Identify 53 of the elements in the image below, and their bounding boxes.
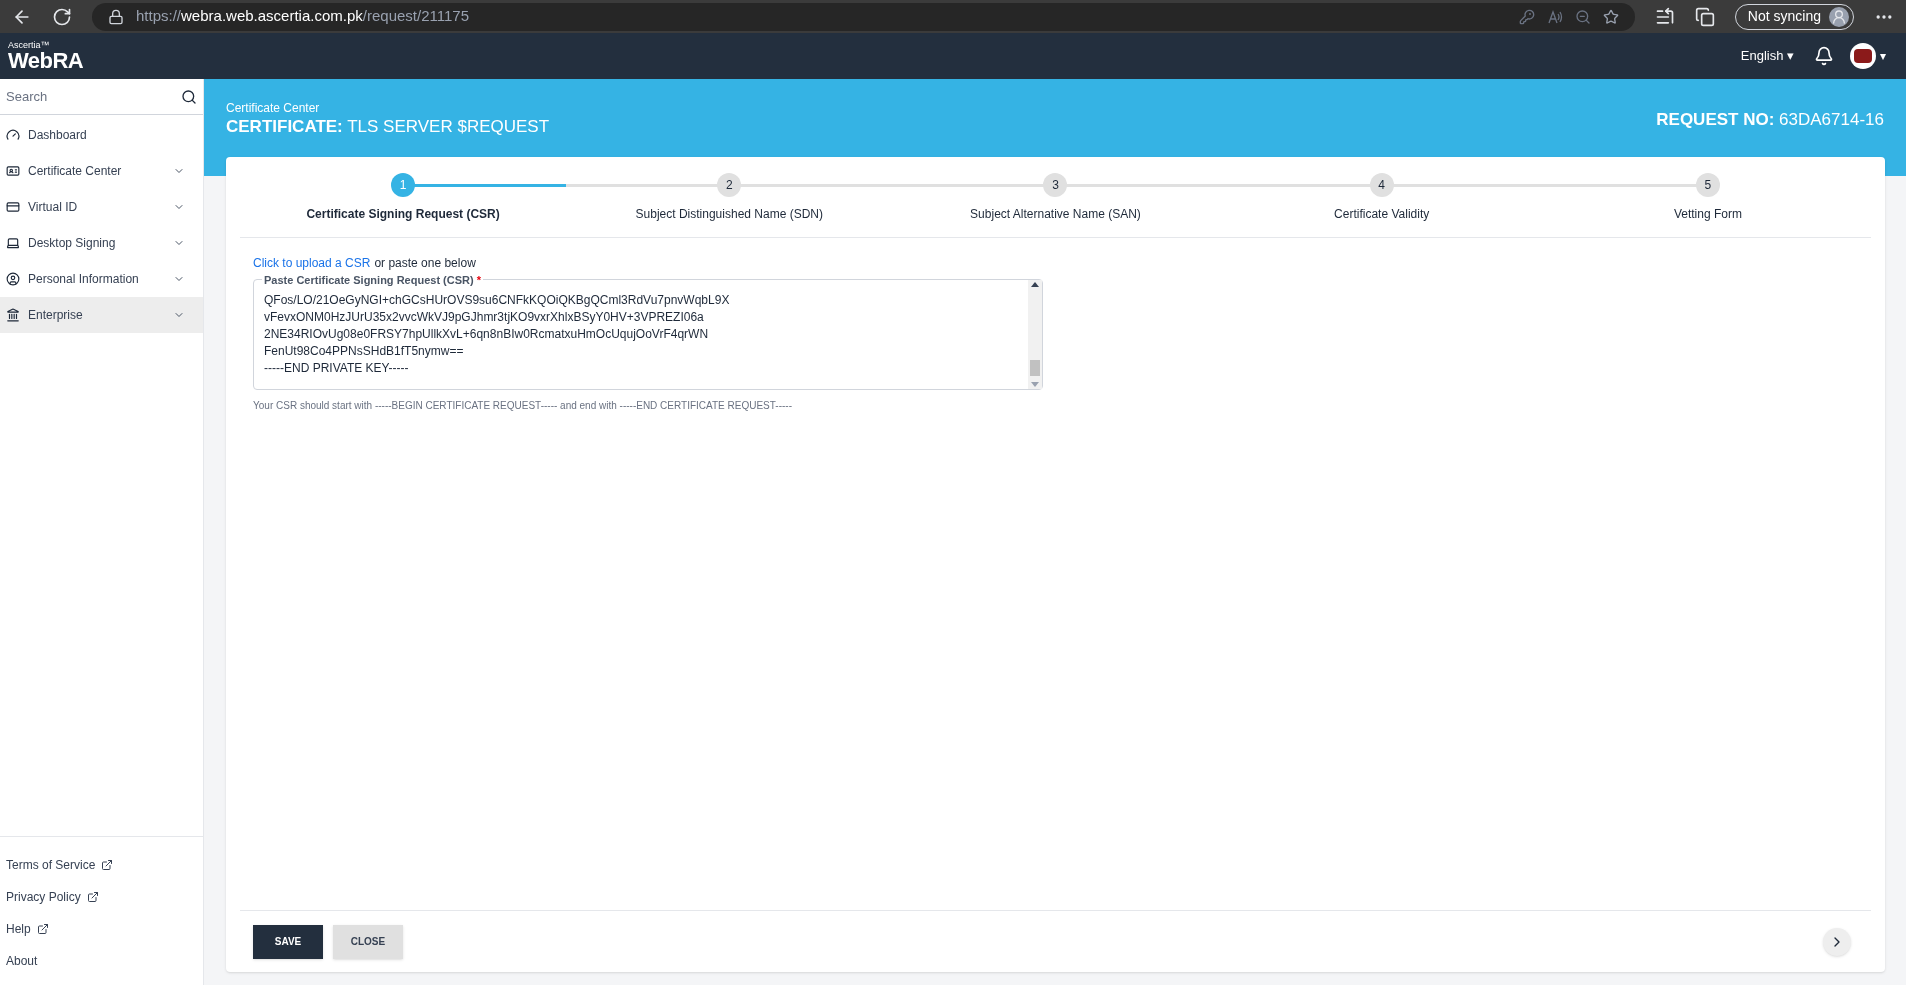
url-text: https://webra.web.ascertia.com.pk/request/211175 — [136, 6, 469, 27]
gauge-icon — [6, 128, 20, 142]
step-label[interactable]: Certificate Signing Request (CSR) — [306, 205, 500, 223]
bank-icon — [6, 308, 20, 322]
step-number[interactable]: 5 — [1695, 173, 1720, 197]
external-link-icon — [101, 859, 114, 871]
page-title: CERTIFICATE: TLS SERVER $REQUEST — [226, 116, 550, 138]
account-avatar[interactable] — [1850, 43, 1876, 69]
read-aloud-icon[interactable] — [1546, 8, 1563, 25]
laptop-icon — [6, 236, 20, 250]
account-caret[interactable]: ▾ — [1880, 47, 1886, 65]
step-label[interactable]: Vetting Form — [1673, 205, 1742, 223]
lock-icon — [108, 8, 124, 25]
star-add-icon[interactable] — [1602, 8, 1619, 25]
zoom-out-icon[interactable] — [1574, 8, 1591, 25]
scrollbar[interactable] — [1028, 280, 1042, 389]
external-link-icon — [36, 923, 49, 935]
card-icon — [6, 200, 20, 214]
save-button[interactable]: SAVE — [253, 924, 323, 959]
search-field[interactable]: Search — [6, 86, 181, 107]
step-label[interactable]: Subject Distinguished Name (SDN) — [635, 205, 823, 223]
upload-link[interactable]: Click to upload a CSR — [253, 254, 371, 272]
brand-logo: WebRA — [8, 49, 84, 72]
sidebar-item[interactable]: Enterprise — [0, 297, 203, 333]
step-number[interactable]: 2 — [717, 173, 742, 197]
csr-text: QFos/LO/21OeGyNGI+chGCsHUrOVS9su6CNFkKQOiQKBgQCml3RdVu7pnvWqbL9X vFevxONM0HzJUrU35x2vvcWkVJ9pGJhmr3tjKO9vxrXhlxBSyY0HV+3VPREZI06a 2NE34RIOvUg08e0FRSY7hpUllkXvL+6qn8nBIw0RcmatxuHmOcUqujOoVrF4qrWN FenUt98Co4PPNsSHdB1fT5nymw== -----END PRIVATE KEY----- — [264, 292, 731, 377]
footer-link[interactable]: Help — [6, 920, 31, 938]
collections-icon[interactable] — [1694, 6, 1715, 27]
key-icon[interactable] — [1518, 8, 1535, 25]
step-label[interactable]: Subject Alternative Name (SAN) — [970, 205, 1141, 223]
user-circle-icon — [6, 272, 20, 286]
id-card-icon — [6, 164, 20, 178]
footer-link[interactable]: About — [6, 952, 38, 970]
step-label[interactable]: Certificate Validity — [1334, 205, 1430, 223]
external-link-icon — [86, 891, 99, 903]
notification-icon[interactable] — [1814, 46, 1834, 66]
footer-link[interactable]: Privacy Policy — [6, 888, 81, 906]
request-number: REQUEST NO: 63DA6714-16 — [1656, 109, 1884, 131]
favorites-icon[interactable] — [1654, 6, 1675, 27]
csr-format-hint: Your CSR should start with -----BEGIN CERTIFICATE REQUEST----- and end with -----END CERTIFICATE REQUEST----- — [253, 399, 793, 413]
avatar-icon — [1829, 6, 1849, 27]
brand-small: Ascertia™ — [8, 40, 51, 50]
language-dropdown[interactable]: English ▾ — [1740, 46, 1794, 66]
step-number[interactable]: 4 — [1369, 173, 1394, 197]
breadcrumb: Certificate Center — [226, 101, 321, 116]
upload-hint: or paste one below — [374, 255, 476, 272]
step-number[interactable]: 3 — [1043, 173, 1068, 197]
search-icon[interactable] — [181, 88, 197, 105]
address-bar[interactable]: https://webra.web.ascertia.com.pk/request/211175 — [92, 2, 1635, 31]
next-button[interactable] — [1823, 927, 1851, 956]
reload-icon[interactable] — [52, 6, 72, 27]
close-button[interactable]: CLOSE — [333, 924, 403, 959]
footer-link[interactable]: Terms of Service — [6, 856, 96, 874]
